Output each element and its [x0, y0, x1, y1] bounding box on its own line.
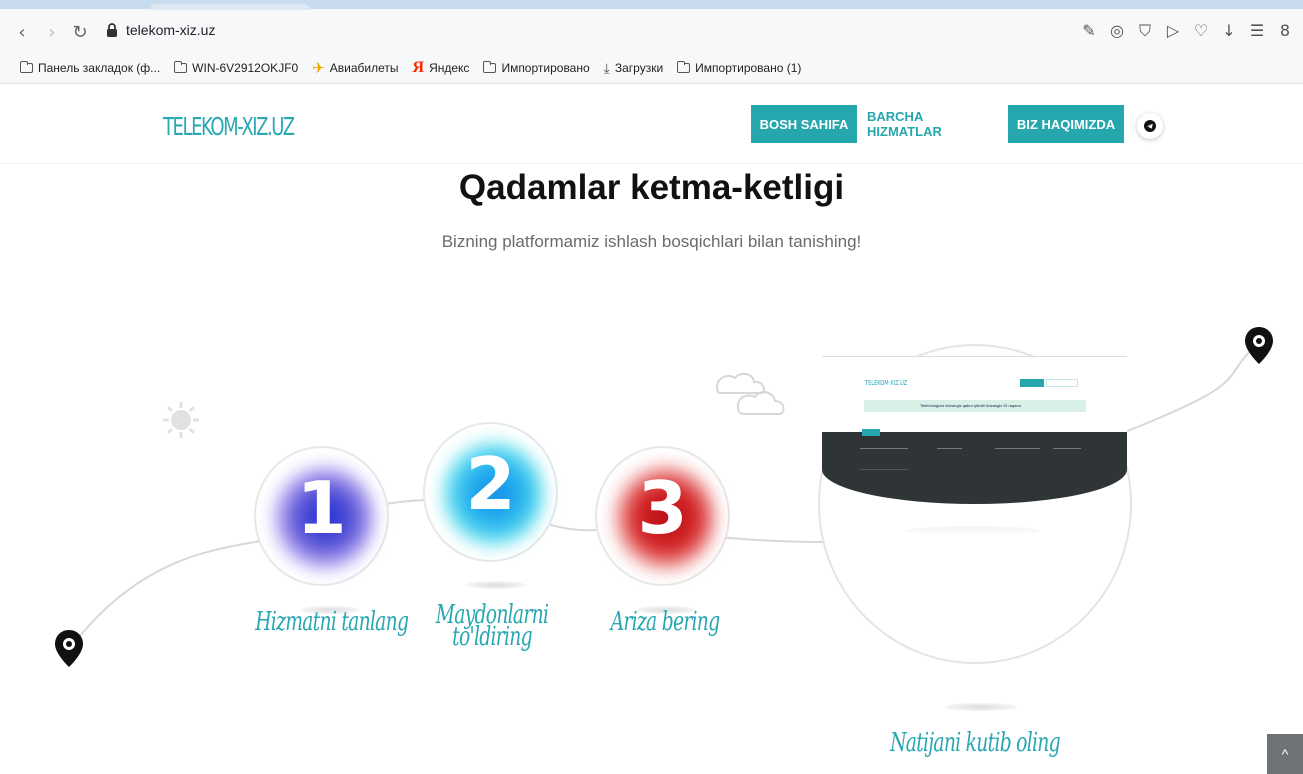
step-2-number: 2	[465, 442, 516, 526]
preview-footer-column	[1053, 448, 1081, 458]
forward-icon[interactable]: ›	[40, 18, 64, 46]
shield-icon[interactable]: ⛉	[1137, 20, 1153, 42]
preview-notice-bar: Telefoningizni Arizangiz qabul qilindi! …	[864, 400, 1086, 412]
nav-services-link[interactable]: BARCHA HIZMATLAR	[867, 105, 997, 143]
yandex-icon: Я	[412, 59, 425, 76]
profile-icon[interactable]: 8	[1277, 20, 1293, 42]
reload-icon[interactable]: ↻	[68, 18, 92, 46]
preview-logo: TELEKOM-XIZ.UZ	[865, 379, 908, 387]
folder-icon	[677, 61, 691, 73]
bookmark-panel[interactable]: Панель закладок (ф...	[20, 61, 160, 75]
edit-icon[interactable]: ✎	[1081, 20, 1097, 42]
map-pin-icon	[1245, 327, 1273, 364]
sun-icon	[163, 402, 199, 438]
step-2-circle: 2	[423, 422, 558, 562]
step-3-label: Ariza bering	[610, 607, 721, 637]
step-3-number: 3	[637, 466, 688, 550]
download-icon[interactable]: ↓	[1221, 20, 1237, 42]
menu-icon[interactable]: ☰	[1249, 20, 1265, 42]
plane-icon: ✈	[312, 60, 325, 77]
bookmark-yandex[interactable]: Я Яндекс	[413, 59, 470, 77]
heart-icon[interactable]: ♡	[1193, 20, 1209, 42]
folder-icon	[20, 61, 33, 73]
final-step-label: Natijani kutib oling	[890, 728, 1060, 758]
step-2-shadow	[466, 581, 526, 589]
final-step-shadow	[945, 703, 1017, 711]
preview-notice-text: Telefoningizni Arizangiz qabul qilindi! …	[920, 403, 1021, 408]
cloud-icon	[715, 372, 785, 415]
telegram-icon[interactable]	[1137, 113, 1163, 139]
address-bar-url[interactable]: telekom-xiz.uz	[126, 22, 215, 38]
camera-icon[interactable]: ◎	[1109, 20, 1125, 42]
step-1-label: Hizmatni tanlang	[255, 607, 409, 637]
preview-services-button	[1046, 379, 1078, 387]
bookmarks-bar: Панель закладок (ф... WIN-6V2912OKJF0 ✈ А…	[0, 56, 1303, 80]
send-icon[interactable]: ▷	[1165, 20, 1181, 42]
preview-page-top: TELEKOM-XIZ.UZ Telefoningizni Arizangiz …	[822, 356, 1127, 432]
page-title: Qadamlar ketma-ketligi	[458, 168, 845, 207]
folder-icon	[483, 61, 497, 73]
preview-footer-column	[995, 448, 1040, 476]
bookmark-imported-1[interactable]: Импортировано (1)	[677, 61, 801, 75]
preview-footer	[822, 429, 1127, 504]
preview-taskbar	[905, 526, 1040, 536]
site-header: TELEKOM-XIZ.UZ BOSH SAHIFA BARCHA HIZMAT…	[0, 86, 1303, 164]
preview-home-button	[1020, 379, 1044, 387]
download-icon: ⤓	[603, 59, 610, 76]
lock-icon	[107, 23, 117, 37]
bookmark-aviabilety[interactable]: ✈ Авиабилеты	[312, 59, 398, 77]
page-subtitle: Bizning platformamiz ishlash bosqichlari…	[441, 232, 862, 251]
bookmark-imported[interactable]: Импортировано	[483, 61, 590, 75]
step-1-number: 1	[296, 466, 347, 550]
preview-footer-column	[860, 448, 908, 470]
step-3-circle: 3	[595, 446, 730, 586]
browser-chrome: ‹ › ↻ telekom-xiz.uz ✎ ◎ ⛉ ▷ ♡ ↓ ☰ 8 Пан…	[0, 0, 1303, 84]
scroll-to-top-button[interactable]: ^	[1267, 734, 1303, 774]
map-pin-icon	[55, 630, 83, 667]
steps-illustration: 1 Hizmatni tanlang 2 Maydonlarni to'ldir…	[0, 260, 1303, 774]
site-logo[interactable]: TELEKOM-XIZ.UZ	[163, 112, 295, 141]
nav-about-button[interactable]: BIZ HAQIMIZDA	[1008, 105, 1124, 143]
step-2-label: Maydonlarni to'ldiring	[435, 600, 549, 652]
folder-icon	[174, 61, 188, 73]
result-screenshot-preview: TELEKOM-XIZ.UZ Telefoningizni Arizangiz …	[822, 356, 1127, 506]
back-icon[interactable]: ‹	[10, 18, 34, 46]
browser-navigation-row: ‹ › ↻ telekom-xiz.uz ✎ ◎ ⛉ ▷ ♡ ↓ ☰ 8	[0, 18, 1303, 46]
bookmark-win[interactable]: WIN-6V2912OKJF0	[174, 61, 298, 75]
step-1-circle: 1	[254, 446, 389, 586]
preview-footer-column	[937, 448, 962, 470]
preview-footer-badge	[862, 429, 880, 436]
browser-tab[interactable]	[150, 4, 310, 10]
nav-home-button[interactable]: BOSH SAHIFA	[751, 105, 857, 143]
bookmark-downloads[interactable]: ⤓ Загрузки	[604, 60, 664, 77]
browser-toolbar-icons: ✎ ◎ ⛉ ▷ ♡ ↓ ☰ 8	[1081, 20, 1293, 42]
